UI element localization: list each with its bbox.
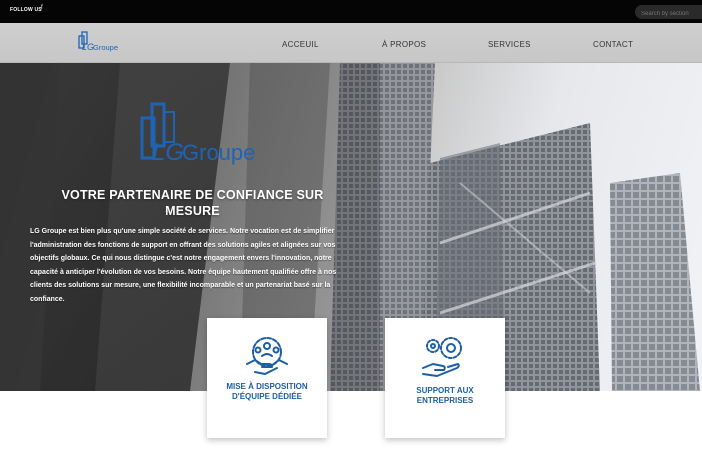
hero-brand-logo: LG Groupe bbox=[140, 102, 255, 166]
hero-description: LG Groupe est bien plus qu'une simple so… bbox=[30, 228, 337, 303]
follow-us-label: FOLLOW US bbox=[10, 7, 42, 13]
search-input[interactable] bbox=[635, 5, 702, 19]
hero-logo-lg-text: LG bbox=[152, 139, 184, 166]
hero-section: LG Groupe VOTRE PARTENAIRE DE CONFIANCE … bbox=[0, 63, 702, 391]
nav-item-a-propos[interactable]: À PROPOS bbox=[382, 40, 426, 49]
brand-logo[interactable]: LG Groupe bbox=[78, 30, 120, 56]
hero-title: VOTRE PARTENAIRE DE CONFIANCE SUR MESURE bbox=[61, 188, 324, 218]
top-bar: FOLLOW US f bbox=[0, 0, 702, 23]
nav-item-accueil[interactable]: ACCEUIL bbox=[282, 40, 319, 49]
service-card-label: SUPPORT AUX ENTREPRISES bbox=[416, 386, 474, 405]
nav-item-contact[interactable]: CONTACT bbox=[593, 40, 633, 49]
facebook-icon[interactable]: f bbox=[41, 5, 43, 11]
main-navigation: LG Groupe ACCEUIL À PROPOS SERVICES CONT… bbox=[0, 23, 702, 63]
hero-logo-groupe-text: Groupe bbox=[182, 140, 255, 165]
service-card-label: MISE À DISPOSITION D'ÉQUIPE DÉDIÉE bbox=[226, 382, 308, 401]
gears-support-icon bbox=[422, 337, 462, 377]
team-handshake-icon bbox=[246, 337, 288, 375]
nav-item-services[interactable]: SERVICES bbox=[488, 40, 531, 49]
service-card-support-entreprises[interactable]: SUPPORT AUX ENTREPRISES bbox=[385, 318, 505, 438]
logo-groupe-text: Groupe bbox=[93, 43, 118, 52]
service-card-equipe-dediee[interactable]: MISE À DISPOSITION D'ÉQUIPE DÉDIÉE bbox=[207, 318, 327, 438]
